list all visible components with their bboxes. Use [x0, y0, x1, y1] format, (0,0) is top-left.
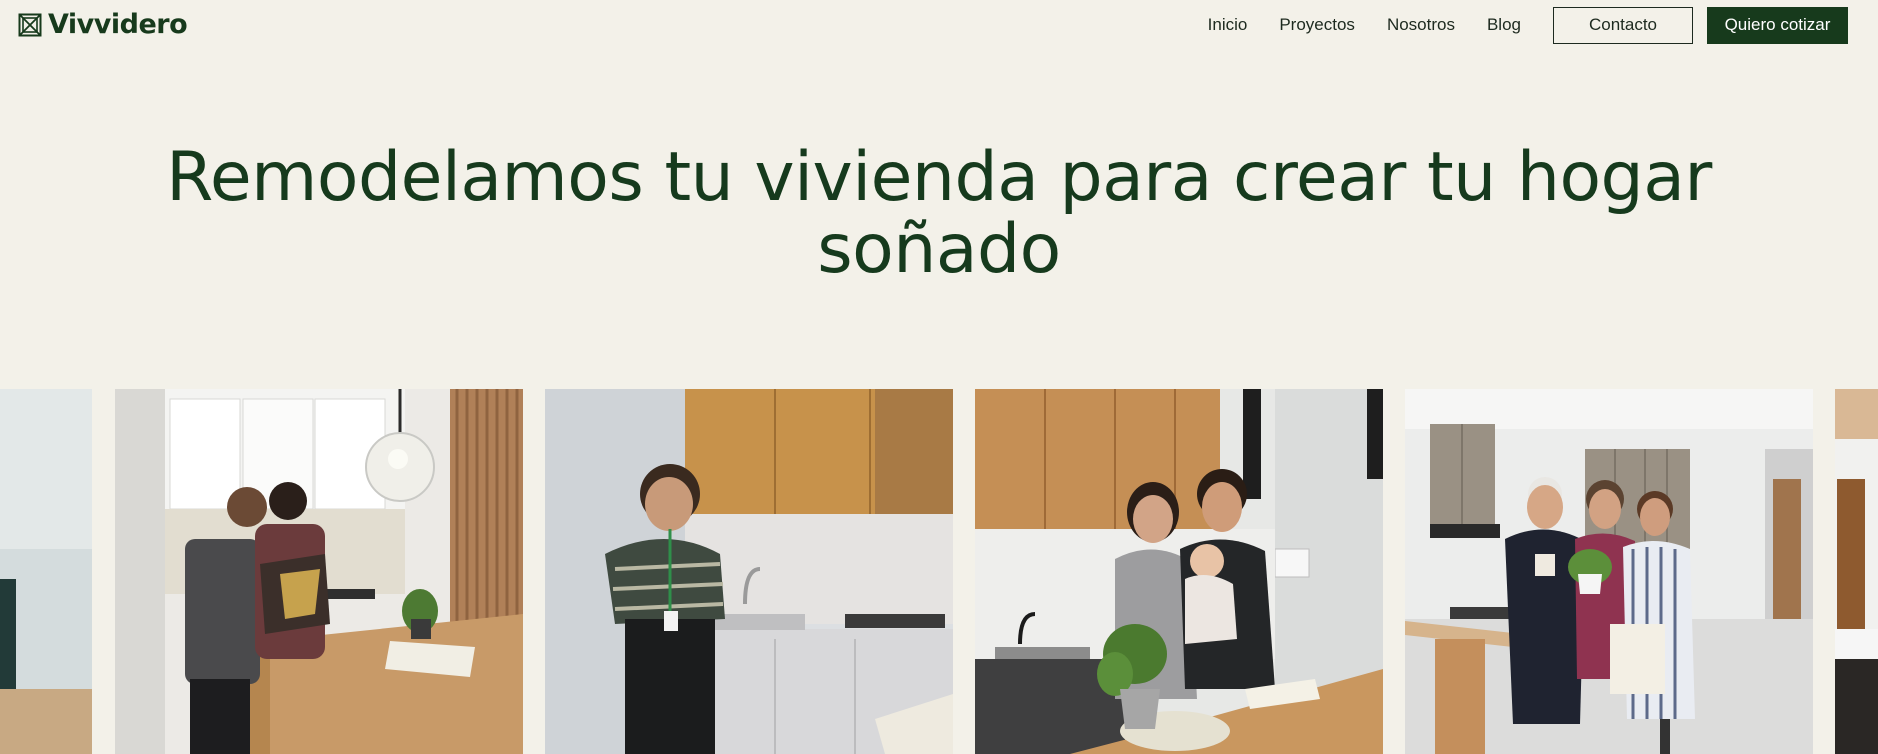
main-nav: Inicio Proyectos Nosotros Blog Contacto … [1208, 6, 1878, 44]
top-navigation-bar: Vivvidero Inicio Proyectos Nosotros Blog… [0, 0, 1878, 50]
photo-carousel[interactable] [0, 389, 1878, 754]
hero-title-line-1: Remodelamos tu vivienda para crear tu ho… [166, 138, 1712, 217]
kitchen-photo-image [975, 389, 1383, 754]
brand-name: Vivvidero [48, 9, 188, 40]
nav-link-proyectos[interactable]: Proyectos [1279, 6, 1355, 44]
carousel-photo-2[interactable] [545, 389, 953, 754]
carousel-photo-4[interactable] [1405, 389, 1813, 754]
hero-title: Remodelamos tu vivienda para crear tu ho… [0, 142, 1878, 286]
quote-button[interactable]: Quiero cotizar [1707, 6, 1848, 44]
kitchen-photo-image [545, 389, 953, 754]
nav-link-nosotros[interactable]: Nosotros [1387, 6, 1455, 44]
kitchen-photo-image [1835, 389, 1878, 754]
carousel-photo-partial-left[interactable] [0, 389, 92, 754]
carousel-photo-partial-right[interactable] [1835, 389, 1878, 754]
kitchen-photo-image [115, 389, 523, 754]
kitchen-photo-image [1405, 389, 1813, 754]
hero-title-line-2: soñado [817, 210, 1061, 289]
contact-button[interactable]: Contacto [1553, 6, 1693, 44]
hero-section: Remodelamos tu vivienda para crear tu ho… [0, 142, 1878, 286]
carousel-photo-1[interactable] [115, 389, 523, 754]
brand-logo[interactable]: Vivvidero [18, 9, 188, 40]
frame-x-logo-icon [18, 13, 42, 37]
nav-link-inicio[interactable]: Inicio [1208, 6, 1248, 44]
kitchen-photo-image [0, 389, 92, 754]
nav-link-blog[interactable]: Blog [1487, 6, 1521, 44]
carousel-photo-3[interactable] [975, 389, 1383, 754]
